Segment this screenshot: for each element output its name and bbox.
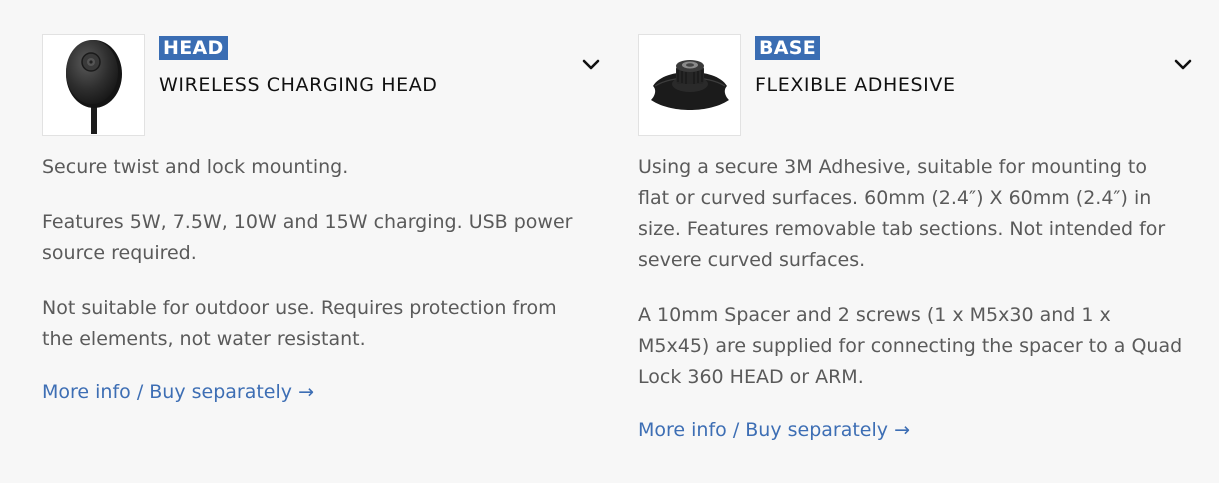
description-paragraph: Using a secure 3M Adhesive, suitable for…	[638, 156, 1166, 271]
product-thumbnail	[638, 34, 741, 136]
more-info-link[interactable]: More info / Buy separately →	[42, 377, 314, 408]
product-card-flexible-adhesive: BASE FLEXIBLE ADHESIVE Using a secure 3M…	[638, 34, 1198, 446]
product-thumbnail	[42, 34, 145, 136]
product-card-header: BASE FLEXIBLE ADHESIVE	[638, 34, 1198, 138]
wireless-charger-icon	[65, 40, 122, 134]
product-description: Using a secure 3M Adhesive, suitable for…	[638, 152, 1183, 446]
description-paragraph: A 10mm Spacer and 2 screws (1 x M5x30 an…	[638, 304, 1183, 388]
product-category-badge: BASE	[755, 36, 821, 60]
chevron-down-icon	[582, 59, 600, 70]
product-description: Secure twist and lock mounting. Features…	[42, 152, 587, 408]
description-paragraph: Secure twist and lock mounting.	[42, 156, 349, 178]
description-paragraph: Not suitable for outdoor use. Requires p…	[42, 297, 557, 350]
description-paragraph: Features 5W, 7.5W, 10W and 15W charging.…	[42, 211, 573, 264]
product-card-wireless-charging-head: HEAD WIRELESS CHARGING HEAD Secure twist…	[42, 34, 602, 408]
more-info-link[interactable]: More info / Buy separately →	[638, 415, 910, 446]
product-card-header: HEAD WIRELESS CHARGING HEAD	[42, 34, 602, 138]
product-title: WIRELESS CHARGING HEAD	[159, 74, 438, 96]
expand-toggle-button[interactable]	[1172, 54, 1194, 76]
product-category-badge: HEAD	[159, 36, 228, 60]
chevron-down-icon	[1174, 59, 1192, 70]
product-title: FLEXIBLE ADHESIVE	[755, 74, 956, 96]
adhesive-mount-icon	[650, 60, 729, 110]
expand-toggle-button[interactable]	[580, 54, 602, 76]
